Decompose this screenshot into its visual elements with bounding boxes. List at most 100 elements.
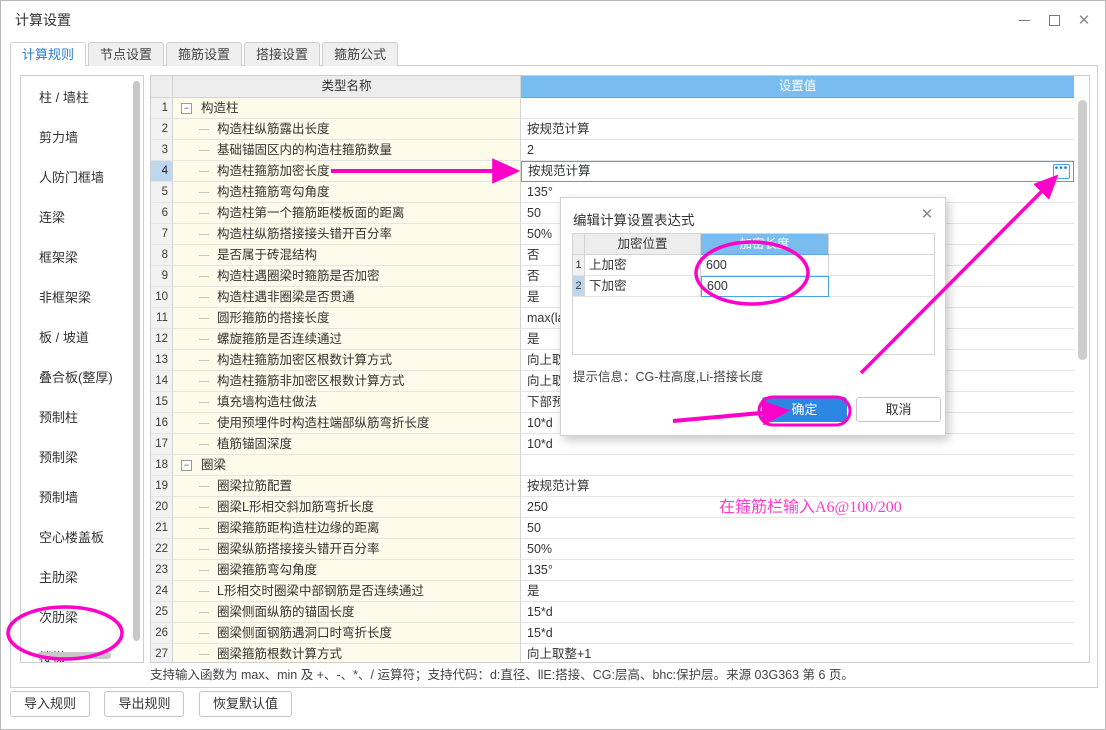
row-setting-value-cell[interactable]: 50% xyxy=(521,539,1074,560)
row-setting-value-cell[interactable]: 10*d xyxy=(521,434,1074,455)
row-setting-value-cell[interactable]: 250 xyxy=(521,497,1074,518)
row-setting-value-cell[interactable]: 15*d xyxy=(521,602,1074,623)
table-row[interactable]: 19 圈梁拉筋配置 按规范计算 xyxy=(151,476,1074,497)
sidebar-item[interactable]: 预制墙 xyxy=(21,478,133,518)
dialog-ok-button[interactable]: 确定 xyxy=(762,397,847,422)
tab-lap-settings[interactable]: 搭接设置 xyxy=(244,42,321,66)
grid-vertical-scrollbar[interactable] xyxy=(1078,100,1087,660)
row-type-name-cell[interactable]: 是否属于砖混结构 xyxy=(173,245,521,266)
maximize-icon[interactable] xyxy=(1039,7,1069,33)
sidebar-horizontal-scroll-thumb[interactable] xyxy=(37,652,111,659)
table-row[interactable]: 24 L形相交时圈梁中部钢筋是否连续通过 是 xyxy=(151,581,1074,602)
row-type-name-cell[interactable]: 圈梁纵筋搭接接头错开百分率 xyxy=(173,539,521,560)
sidebar-item[interactable]: 连梁 xyxy=(21,198,133,238)
sidebar-item[interactable]: 预制柱 xyxy=(21,398,133,438)
dialog-row-position-cell[interactable]: 上加密 xyxy=(585,255,701,276)
row-type-name-cell[interactable]: 植筋锚固深度 xyxy=(173,434,521,455)
table-row[interactable]: 1− 构造柱 xyxy=(151,98,1074,119)
sidebar-item[interactable]: 空心楼盖板 xyxy=(21,518,133,558)
row-type-name-cell[interactable]: 构造柱纵筋露出长度 xyxy=(173,119,521,140)
table-row[interactable]: 20 圈梁L形相交斜加筋弯折长度 250 xyxy=(151,497,1074,518)
row-type-name-cell[interactable]: 构造柱箍筋加密长度 xyxy=(173,161,521,182)
row-type-name-cell[interactable]: 圈梁侧面钢筋遇洞口时弯折长度 xyxy=(173,623,521,644)
row-setting-value-cell[interactable] xyxy=(521,455,1074,476)
sidebar-vertical-scrollbar[interactable] xyxy=(133,81,140,651)
sidebar-item[interactable]: 板 / 坡道 xyxy=(21,318,133,358)
sidebar-item[interactable]: 楼梯 xyxy=(21,638,133,662)
row-type-name-cell[interactable]: 螺旋箍筋是否连续通过 xyxy=(173,329,521,350)
dialog-close-icon[interactable]: ✕ xyxy=(919,207,935,223)
row-type-name-cell[interactable]: 构造柱箍筋非加密区根数计算方式 xyxy=(173,371,521,392)
row-setting-value-cell[interactable]: 15*d xyxy=(521,623,1074,644)
restore-defaults-button[interactable]: 恢复默认值 xyxy=(198,691,292,717)
sidebar-item[interactable]: 人防门框墙 xyxy=(21,158,133,198)
sidebar-item[interactable]: 柱 / 墙柱 xyxy=(21,78,133,118)
table-row[interactable]: 17 植筋锚固深度 10*d xyxy=(151,434,1074,455)
row-type-name-cell[interactable]: 构造柱遇圈梁时箍筋是否加密 xyxy=(173,266,521,287)
tab-node-settings[interactable]: 节点设置 xyxy=(88,42,165,66)
dialog-table-row[interactable]: 2 下加密 600 xyxy=(573,276,934,297)
close-icon[interactable]: ✕ xyxy=(1069,7,1099,33)
dialog-row-length-cell[interactable]: 600 xyxy=(701,276,829,297)
table-row[interactable]: 22 圈梁纵筋搭接接头错开百分率 50% xyxy=(151,539,1074,560)
sidebar-item[interactable]: 剪力墙 xyxy=(21,118,133,158)
row-type-name-cell[interactable]: 构造柱箍筋弯勾角度 xyxy=(173,182,521,203)
sidebar-item[interactable]: 框架梁 xyxy=(21,238,133,278)
table-row[interactable]: 23 圈梁箍筋弯勾角度 135° xyxy=(151,560,1074,581)
sidebar-item[interactable]: 主肋梁 xyxy=(21,558,133,598)
table-row[interactable]: 3 基础锚固区内的构造柱箍筋数量 2 xyxy=(151,140,1074,161)
row-type-name-cell[interactable]: L形相交时圈梁中部钢筋是否连续通过 xyxy=(173,581,521,602)
row-setting-value-cell[interactable]: 按规范计算 xyxy=(521,476,1074,497)
ellipsis-editor-button[interactable]: ••• xyxy=(1053,164,1070,179)
row-type-name-cell[interactable]: 圈梁侧面纵筋的锚固长度 xyxy=(173,602,521,623)
import-rules-button[interactable]: 导入规则 xyxy=(10,691,91,717)
sidebar-item[interactable]: 非框架梁 xyxy=(21,278,133,318)
row-setting-value-label: 是 xyxy=(527,584,540,598)
sidebar-vertical-scroll-thumb[interactable] xyxy=(133,81,140,641)
row-setting-value-cell[interactable]: 2 xyxy=(521,140,1074,161)
row-setting-value-cell[interactable]: 50 xyxy=(521,518,1074,539)
dialog-table-row[interactable]: 1 上加密 600 xyxy=(573,255,934,276)
table-row[interactable]: 27 圈梁箍筋根数计算方式 向上取整+1 xyxy=(151,644,1074,662)
tab-stirrup-formula[interactable]: 箍筋公式 xyxy=(322,42,399,66)
table-row[interactable]: 26 圈梁侧面钢筋遇洞口时弯折长度 15*d xyxy=(151,623,1074,644)
row-type-name-cell[interactable]: 圈梁箍筋弯勾角度 xyxy=(173,560,521,581)
row-setting-value-cell[interactable]: 按规范计算 ••• xyxy=(521,161,1074,182)
row-setting-value-cell[interactable] xyxy=(521,98,1074,119)
row-type-name-cell[interactable]: 构造柱遇非圈梁是否贯通 xyxy=(173,287,521,308)
row-type-name-cell[interactable]: 基础锚固区内的构造柱箍筋数量 xyxy=(173,140,521,161)
row-type-name-cell[interactable]: 构造柱第一个箍筋距楼板面的距离 xyxy=(173,203,521,224)
row-type-name-cell[interactable]: 圈梁拉筋配置 xyxy=(173,476,521,497)
row-type-name-cell[interactable]: − 圈梁 xyxy=(173,455,521,476)
tab-calculation-rules[interactable]: 计算规则 xyxy=(10,42,87,66)
row-type-name-cell[interactable]: 圈梁L形相交斜加筋弯折长度 xyxy=(173,497,521,518)
row-type-name-cell[interactable]: 使用预埋件时构造柱端部纵筋弯折长度 xyxy=(173,413,521,434)
dialog-cancel-button[interactable]: 取消 xyxy=(856,397,941,422)
table-row[interactable]: 2 构造柱纵筋露出长度 按规范计算 xyxy=(151,119,1074,140)
row-type-name-cell[interactable]: 圆形箍筋的搭接长度 xyxy=(173,308,521,329)
row-setting-value-cell[interactable]: 按规范计算 xyxy=(521,119,1074,140)
row-type-name-cell[interactable]: 构造柱箍筋加密区根数计算方式 xyxy=(173,350,521,371)
minimize-icon[interactable] xyxy=(1009,7,1039,33)
sidebar-item[interactable]: 叠合板(整厚) xyxy=(21,358,133,398)
export-rules-button[interactable]: 导出规则 xyxy=(104,691,185,717)
row-type-name-cell[interactable]: 填充墙构造柱做法 xyxy=(173,392,521,413)
grid-vertical-scroll-thumb[interactable] xyxy=(1078,100,1087,360)
row-setting-value-cell[interactable]: 135° xyxy=(521,560,1074,581)
row-type-name-cell[interactable]: − 构造柱 xyxy=(173,98,521,119)
sidebar-horizontal-scrollbar[interactable] xyxy=(25,652,135,659)
table-row[interactable]: 4 构造柱箍筋加密长度 按规范计算 ••• xyxy=(151,161,1074,182)
table-row[interactable]: 18− 圈梁 xyxy=(151,455,1074,476)
row-setting-value-cell[interactable]: 是 xyxy=(521,581,1074,602)
row-type-name-cell[interactable]: 圈梁箍筋根数计算方式 xyxy=(173,644,521,662)
row-setting-value-cell[interactable]: 向上取整+1 xyxy=(521,644,1074,662)
dialog-row-length-cell[interactable]: 600 xyxy=(701,255,829,276)
sidebar-item[interactable]: 预制梁 xyxy=(21,438,133,478)
row-type-name-cell[interactable]: 圈梁箍筋距构造柱边缘的距离 xyxy=(173,518,521,539)
sidebar-item[interactable]: 次肋梁 xyxy=(21,598,133,638)
tab-stirrup-settings[interactable]: 箍筋设置 xyxy=(166,42,243,66)
row-type-name-cell[interactable]: 构造柱纵筋搭接接头错开百分率 xyxy=(173,224,521,245)
table-row[interactable]: 21 圈梁箍筋距构造柱边缘的距离 50 xyxy=(151,518,1074,539)
dialog-row-position-cell[interactable]: 下加密 xyxy=(585,276,701,297)
table-row[interactable]: 25 圈梁侧面纵筋的锚固长度 15*d xyxy=(151,602,1074,623)
